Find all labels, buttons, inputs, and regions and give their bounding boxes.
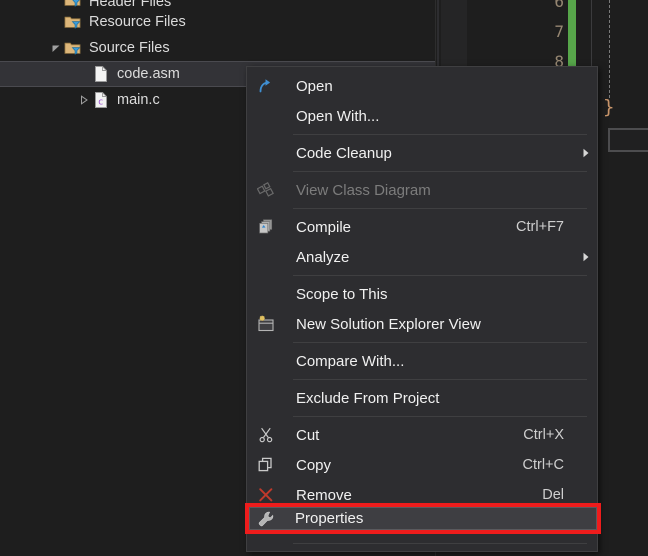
menu-separator <box>293 342 587 343</box>
file-blank-icon <box>92 65 110 83</box>
code-closing-brace: } <box>603 96 615 118</box>
menu-item-label: Copy <box>296 456 332 474</box>
folder-filter-icon <box>64 39 82 57</box>
wrench-icon <box>251 508 281 530</box>
properties-annotation-box: Properties <box>245 503 601 534</box>
open-arrow-icon <box>251 75 281 97</box>
tree-expander-empty <box>48 14 64 30</box>
context-menu-item-code-cleanup[interactable]: Code Cleanup <box>247 138 597 168</box>
menu-separator <box>293 379 587 380</box>
menu-item-label: Cut <box>296 426 320 444</box>
menu-item-label: Open With... <box>296 107 380 125</box>
compile-icon <box>251 216 281 238</box>
context-menu-item-open[interactable]: Open <box>247 71 597 101</box>
scissors-icon <box>251 424 281 446</box>
menu-item-icon-empty <box>251 142 281 164</box>
menu-separator <box>293 543 587 544</box>
menu-item-label: Exclude From Project <box>296 389 440 407</box>
menu-separator <box>293 171 587 172</box>
context-menu-item-compare-with[interactable]: Compare With... <box>247 346 597 376</box>
context-menu-item-analyze[interactable]: Analyze <box>247 242 597 272</box>
menu-item-icon-empty <box>251 246 281 268</box>
editor-line-number: 7 <box>554 22 564 41</box>
menu-item-label: New Solution Explorer View <box>296 315 481 333</box>
app-root: Header Files Resource Files Source Files co… <box>0 0 648 556</box>
context-menu-item-open-with[interactable]: Open With... <box>247 101 597 131</box>
menu-item-icon-empty <box>251 105 281 127</box>
menu-separator <box>293 416 587 417</box>
menu-separator <box>293 208 587 209</box>
menu-item-label: Open <box>296 77 333 95</box>
menu-item-label: Analyze <box>296 248 350 266</box>
tree-item-header-files[interactable]: Header Files <box>0 0 435 9</box>
editor-line-number: 6 <box>554 0 564 11</box>
context-menu-item-exclude-from-project[interactable]: Exclude From Project <box>247 383 597 413</box>
copy-icon <box>251 454 281 476</box>
menu-item-shortcut: Ctrl+C <box>522 456 565 473</box>
properties-label: Properties <box>295 510 364 527</box>
chevron-down-icon[interactable] <box>48 40 64 56</box>
menu-item-shortcut: Ctrl+F7 <box>516 218 564 235</box>
tree-item-label: Resource Files <box>89 13 186 30</box>
editor-indent-guide <box>609 0 610 98</box>
context-menu-item-view-class-diagram: View Class Diagram <box>247 175 597 205</box>
context-menu-item-new-solution-explorer-view[interactable]: New Solution Explorer View <box>247 309 597 339</box>
context-menu[interactable]: Open Open With... Code Cleanup View Class D… <box>246 66 598 552</box>
tree-expander-empty <box>76 66 92 82</box>
menu-item-shortcut: Ctrl+X <box>523 426 564 443</box>
editor-outlined-box <box>608 128 648 152</box>
menu-item-icon-empty <box>251 387 281 409</box>
tree-item-label: main.c <box>117 91 160 108</box>
menu-separator <box>293 134 587 135</box>
menu-item-icon-empty <box>251 283 281 305</box>
context-menu-item-copy[interactable]: Copy Ctrl+C <box>247 450 597 480</box>
svg-text:c: c <box>98 97 103 107</box>
menu-item-label: Code Cleanup <box>296 144 392 162</box>
tree-item-source-files[interactable]: Source Files <box>0 35 435 61</box>
class-diagram-icon <box>251 179 281 201</box>
menu-item-icon-empty <box>251 350 281 372</box>
folder-filter-icon <box>64 13 82 31</box>
context-menu-item-scope-to-this[interactable]: Scope to This <box>247 279 597 309</box>
submenu-arrow-icon <box>579 252 597 262</box>
menu-item-label: Remove <box>296 486 352 504</box>
folder-filter-icon <box>64 0 82 9</box>
menu-item-label: Compare With... <box>296 352 405 370</box>
menu-item-shortcut: Del <box>542 486 564 503</box>
menu-item-label: View Class Diagram <box>296 181 431 199</box>
context-menu-item-compile[interactable]: Compile Ctrl+F7 <box>247 212 597 242</box>
chevron-right-icon[interactable] <box>76 92 92 108</box>
tree-expander-empty <box>48 0 64 9</box>
menu-separator <box>293 275 587 276</box>
file-c-icon: c <box>92 91 110 109</box>
tree-item-label: Header Files <box>89 0 172 9</box>
menu-item-label: Scope to This <box>296 285 388 303</box>
context-menu-item-cut[interactable]: Cut Ctrl+X <box>247 420 597 450</box>
tree-item-resource-files[interactable]: Resource Files <box>0 9 435 35</box>
context-menu-item-properties[interactable]: Properties <box>249 507 597 530</box>
tree-item-label: Source Files <box>89 39 170 56</box>
submenu-arrow-icon <box>579 148 597 158</box>
new-solution-explorer-view-icon <box>251 313 281 335</box>
menu-item-label: Compile <box>296 218 352 236</box>
tree-item-label: code.asm <box>117 65 180 82</box>
